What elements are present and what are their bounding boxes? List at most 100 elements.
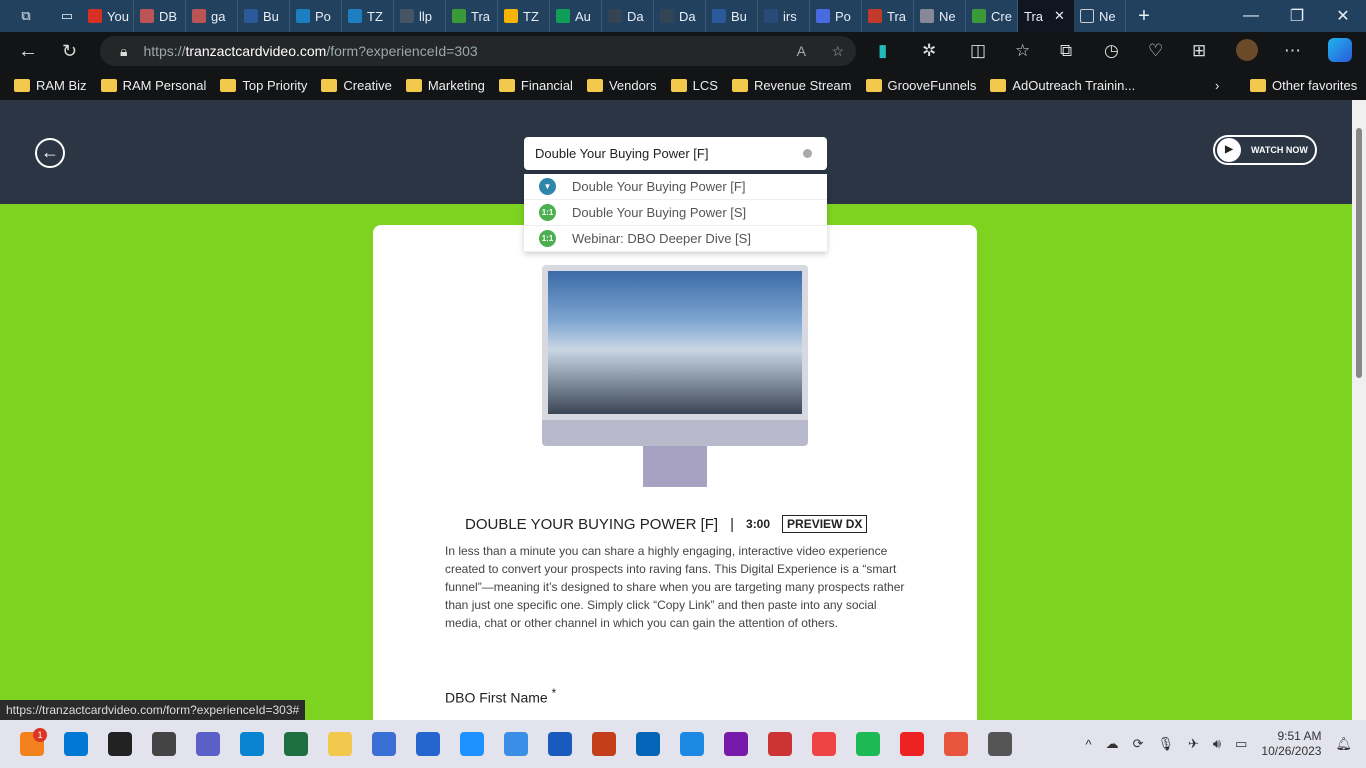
notifications-icon[interactable]: 🔔︎ [1335,736,1352,752]
preview-dx-button[interactable]: PREVIEW DX [782,515,868,533]
taskbar-app-icon[interactable] [812,732,836,756]
one-to-one-icon: 1:1 [539,230,556,247]
taskbar-app-icon[interactable] [460,732,484,756]
bookmark-item[interactable]: Vendors [586,78,657,93]
taskbar-app-icon[interactable] [636,732,660,756]
extension-icon[interactable]: ▮ [878,41,887,61]
tab[interactable]: DB [134,0,186,32]
tab[interactable]: TZ [498,0,550,32]
new-tab-button[interactable]: + [1126,5,1162,28]
taskbar-app-icon[interactable] [900,732,924,756]
back-arrow-icon[interactable]: ← [35,138,65,168]
dropdown-option[interactable]: ▼ Double Your Buying Power [F] [524,174,827,200]
taskbar-app-icon[interactable] [724,732,748,756]
collections-icon[interactable]: ⧉ [1060,41,1072,61]
bookmark-item[interactable]: Marketing [405,78,485,93]
taskbar-app-icon[interactable] [548,732,572,756]
taskbar-app-icon[interactable] [856,732,880,756]
copilot-icon[interactable] [1328,38,1352,62]
clock[interactable]: 9:51 AM 10/26/2023 [1261,729,1321,759]
tab[interactable]: Bu [238,0,290,32]
favorites-icon[interactable]: ☆ [1015,41,1030,61]
restore-button[interactable]: ❐ [1274,6,1320,26]
browser-essentials-icon[interactable]: ♡ [1148,41,1163,61]
scrollbar[interactable] [1352,100,1366,720]
tab[interactable]: Da [602,0,654,32]
taskbar-app-icon[interactable] [196,732,220,756]
show-hidden-icons[interactable]: ^ [1085,737,1091,752]
taskbar-app-icon[interactable] [768,732,792,756]
more-icon[interactable]: ⋯ [1284,41,1301,61]
tab[interactable]: Au [550,0,602,32]
dropdown-option[interactable]: 1:1 Webinar: DBO Deeper Dive [S] [524,226,827,252]
bookmark-other-favorites[interactable]: Other favorites [1250,78,1357,93]
tab-active[interactable]: Tra ✕ [1018,0,1074,32]
split-screen-icon[interactable]: ◫ [970,41,986,61]
taskbar-app-icon[interactable] [284,732,308,756]
battery-icon[interactable]: ▭ [1235,736,1247,752]
tab[interactable]: Cre [966,0,1018,32]
microphone-icon[interactable]: 🎙︎ [1158,736,1175,752]
tab-favicon-icon [816,9,830,23]
airplane-mode-icon[interactable]: ✈︎ [1188,736,1199,752]
taskbar-app-icon[interactable] [944,732,968,756]
tab-actions-icon[interactable]: ▭ [52,8,82,24]
tab[interactable]: Po [810,0,862,32]
clear-icon[interactable] [803,149,812,158]
bookmark-item[interactable]: RAM Personal [100,78,206,93]
close-tab-icon[interactable]: ✕ [1054,8,1065,24]
minimize-button[interactable]: — [1228,7,1274,25]
bookmark-item[interactable]: LCS [670,78,718,93]
taskbar-app-icon[interactable] [64,732,88,756]
refresh-icon[interactable]: ↻ [62,41,77,62]
bookmark-item[interactable]: Revenue Stream [731,78,852,93]
dropdown-option[interactable]: 1:1 Double Your Buying Power [S] [524,200,827,226]
tab[interactable]: TZ [342,0,394,32]
taskbar-app-icon[interactable] [372,732,396,756]
bookmark-item[interactable]: Financial [498,78,573,93]
profile-avatar[interactable] [1236,39,1258,61]
tab[interactable]: Tra [862,0,914,32]
bookmark-item[interactable]: Creative [321,78,392,93]
tab[interactable]: Po [290,0,342,32]
tab[interactable]: Ne [914,0,966,32]
bookmark-item[interactable]: Top Priority [220,78,307,93]
tab[interactable]: Da [654,0,706,32]
tab[interactable]: Tra [446,0,498,32]
tab[interactable]: You [82,0,134,32]
volume-icon[interactable]: 🔊︎ [1213,736,1221,752]
taskbar-app-icon[interactable] [152,732,176,756]
tab[interactable]: Bu [706,0,758,32]
tab-favicon-icon [400,9,414,23]
experience-search-input[interactable]: Double Your Buying Power [F] [524,137,827,170]
taskbar-app-icon[interactable] [988,732,1012,756]
onedrive-icon[interactable]: ☁ [1106,736,1119,752]
bookmark-item[interactable]: AdOutreach Trainin... [990,78,1135,93]
close-window-button[interactable]: ✕ [1320,6,1366,26]
history-icon[interactable]: ◷ [1104,41,1119,61]
taskbar-app-icon[interactable] [328,732,352,756]
taskbar-app-icon[interactable] [240,732,264,756]
chevron-right-icon[interactable]: › [1215,78,1219,93]
workspaces-icon[interactable]: ⧉ [0,8,52,24]
taskbar-app-icon[interactable] [416,732,440,756]
taskbar-app-icon[interactable] [592,732,616,756]
watch-now-button[interactable]: ▶ WATCH NOW [1213,135,1317,165]
taskbar-app-icon[interactable] [680,732,704,756]
favorite-star-icon[interactable]: ☆ [831,43,844,60]
tab[interactable]: ga [186,0,238,32]
bookmark-item[interactable]: RAM Biz [14,78,87,93]
taskbar-app-icon[interactable] [504,732,528,756]
taskbar-app-icon[interactable] [108,732,132,756]
tab[interactable]: Ne [1074,0,1126,32]
back-icon[interactable]: ← [18,40,38,63]
address-bar[interactable]: 🔒︎ https://tranzactcardvideo.com/form?ex… [100,36,856,66]
apps-icon[interactable]: ⊞ [1192,41,1206,61]
bookmark-item[interactable]: GrooveFunnels [865,78,976,93]
tab[interactable]: irs [758,0,810,32]
read-aloud-icon[interactable]: A [797,43,806,59]
tab[interactable]: llp [394,0,446,32]
scrollbar-thumb[interactable] [1356,128,1362,378]
extensions-icon[interactable]: ✲ [922,41,936,61]
sync-icon[interactable]: ⟳ [1133,736,1144,752]
